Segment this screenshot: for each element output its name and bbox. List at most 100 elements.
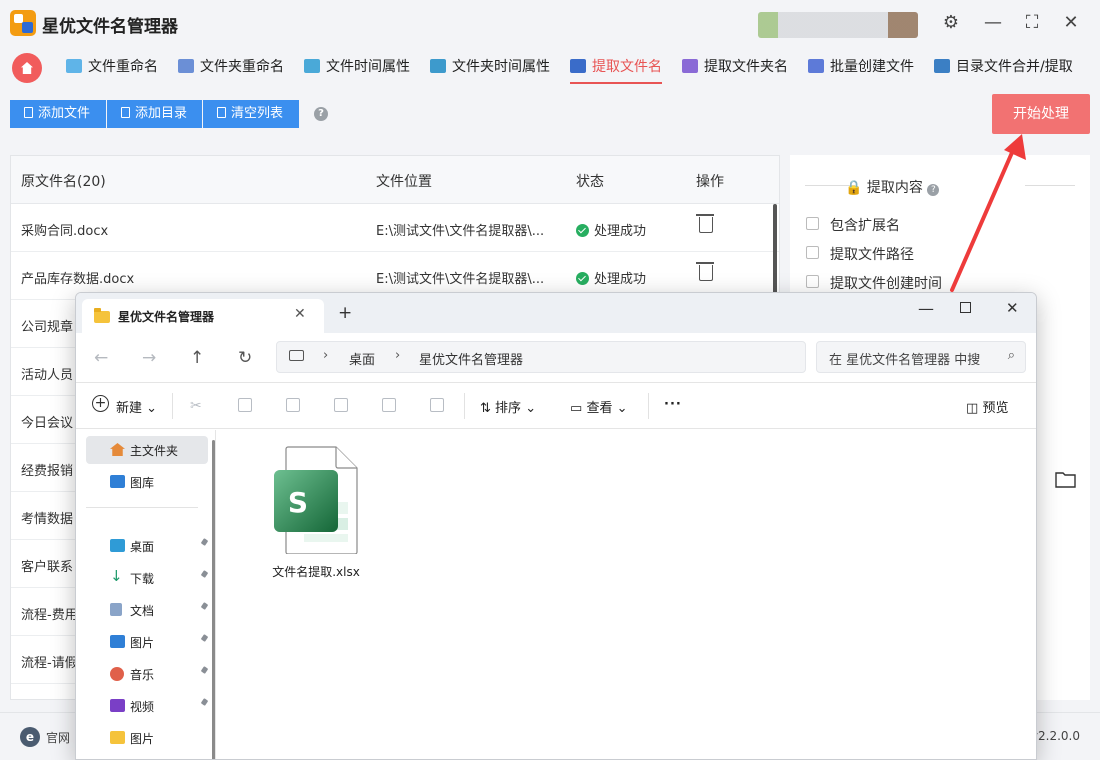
add-directory-button[interactable]: 添加目录 xyxy=(107,100,202,128)
website-icon[interactable]: e xyxy=(20,727,40,747)
panel-title: 🔒 提取内容 ? xyxy=(845,177,940,197)
success-icon xyxy=(576,224,589,237)
view-button[interactable]: ▭ 查看 ⌄ xyxy=(570,397,627,416)
pin-icon[interactable] xyxy=(201,571,208,581)
nav-item-gallery[interactable]: 图库 xyxy=(86,468,208,496)
divider xyxy=(648,393,649,419)
breadcrumb-folder[interactable]: 星优文件名管理器 xyxy=(419,349,523,368)
tab-file-time[interactable]: 文件时间属性 xyxy=(304,56,410,84)
row-location: E:\测试文件\文件名提取器\... xyxy=(376,224,545,239)
computer-icon xyxy=(289,350,304,361)
pin-icon[interactable] xyxy=(201,603,208,613)
pin-icon[interactable] xyxy=(201,539,208,549)
close-icon[interactable]: ✕ xyxy=(1006,299,1019,317)
explorer-tab[interactable]: 星优文件名管理器 ✕ xyxy=(82,299,324,333)
delete-row-icon[interactable] xyxy=(696,214,714,233)
sort-button[interactable]: ⇅ 排序 ⌄ xyxy=(480,397,536,416)
add-file-button[interactable]: 添加文件 xyxy=(10,100,106,128)
pin-icon[interactable] xyxy=(201,635,208,645)
desktop-icon xyxy=(110,539,125,552)
help-icon[interactable]: ? xyxy=(927,184,940,196)
clear-list-button[interactable]: 清空列表 xyxy=(203,100,299,128)
nav-pane-scrollbar[interactable] xyxy=(212,440,215,759)
up-icon[interactable]: ↑ xyxy=(190,348,204,368)
tab-batch-create[interactable]: 批量创建文件 xyxy=(808,56,914,84)
table-row[interactable]: 采购合同.docx E:\测试文件\文件名提取器\... 处理成功 xyxy=(11,204,779,252)
minimize-icon[interactable]: — xyxy=(918,299,934,318)
app-logo-icon xyxy=(10,10,36,36)
row-filename: 经费报销 xyxy=(21,464,74,479)
option-extract-created-time-checkbox[interactable] xyxy=(806,275,819,288)
nav-item-pictures-folder[interactable]: 图片 xyxy=(86,724,208,752)
back-icon[interactable]: ← xyxy=(94,348,108,368)
tab-extract-filename[interactable]: 提取文件名 xyxy=(570,56,662,84)
close-tab-icon[interactable]: ✕ xyxy=(294,306,306,322)
file-name-label[interactable]: 文件名提取.xlsx xyxy=(256,563,376,580)
cut-icon[interactable]: ✂ xyxy=(190,398,204,414)
user-avatar[interactable] xyxy=(758,12,918,38)
help-icon[interactable]: ? xyxy=(314,107,328,121)
search-placeholder: 在 星优文件名管理器 中搜 xyxy=(829,353,981,368)
pin-icon[interactable] xyxy=(201,699,208,709)
success-icon xyxy=(576,272,589,285)
nav-item-documents[interactable]: 文档 xyxy=(86,596,208,624)
tab-folder-time[interactable]: 文件夹时间属性 xyxy=(430,56,550,84)
option-include-extension-checkbox[interactable] xyxy=(806,217,819,230)
file-list-area: S 文件名提取.xlsx xyxy=(226,430,1036,759)
row-filename: 采购合同.docx xyxy=(21,224,109,239)
explorer-tabbar: 星优文件名管理器 ✕ + — ✕ xyxy=(76,293,1036,333)
paste-icon[interactable] xyxy=(286,398,300,412)
column-header-filename[interactable]: 原文件名(20) xyxy=(21,171,106,191)
chevron-right-icon: › xyxy=(395,348,401,363)
close-icon[interactable]: ✕ xyxy=(1060,12,1082,34)
minimize-icon[interactable]: — xyxy=(982,12,1004,34)
file-time-icon xyxy=(304,59,320,73)
delete-row-icon[interactable] xyxy=(696,262,714,281)
tab-extract-foldername[interactable]: 提取文件夹名 xyxy=(682,56,788,84)
option-extract-path-checkbox[interactable] xyxy=(806,246,819,259)
nav-item-home[interactable]: 主文件夹 xyxy=(86,436,208,464)
divider xyxy=(86,507,198,508)
excel-file-icon[interactable]: S xyxy=(274,446,358,555)
website-link[interactable]: 官网 xyxy=(46,729,70,746)
row-filename: 今日会议 xyxy=(21,416,74,431)
preview-pane-button[interactable]: ◫ 预览 xyxy=(966,397,1008,416)
settings-icon[interactable]: ⚙ xyxy=(940,12,962,34)
column-header-location[interactable]: 文件位置 xyxy=(376,171,432,191)
address-bar[interactable]: › 桌面 › 星优文件名管理器 xyxy=(276,341,806,373)
rename-folder-icon xyxy=(178,59,194,73)
row-filename: 流程-请假 xyxy=(21,656,78,671)
delete-icon[interactable] xyxy=(430,398,444,412)
pin-icon[interactable] xyxy=(201,667,208,677)
nav-item-music[interactable]: 音乐 xyxy=(86,660,208,688)
download-icon: ↓ xyxy=(110,567,123,585)
maximize-icon[interactable]: ⛶ xyxy=(1021,12,1043,34)
nav-item-desktop[interactable]: 桌面 xyxy=(86,532,208,560)
home-button[interactable] xyxy=(12,53,42,83)
forward-icon[interactable]: → xyxy=(142,348,156,368)
rename-icon[interactable] xyxy=(334,398,348,412)
more-options-button[interactable]: ··· xyxy=(664,397,682,412)
extract-foldername-icon xyxy=(682,59,698,73)
nav-item-videos[interactable]: 视频 xyxy=(86,692,208,720)
maximize-icon[interactable] xyxy=(960,302,971,313)
view-icon: ▭ xyxy=(570,401,583,416)
tab-file-rename[interactable]: 文件重命名 xyxy=(66,56,158,84)
tab-merge-extract[interactable]: 目录文件合并/提取 xyxy=(934,56,1073,84)
new-tab-button[interactable]: + xyxy=(338,303,352,323)
share-icon[interactable] xyxy=(382,398,396,412)
copy-icon[interactable] xyxy=(238,398,252,412)
start-process-button[interactable]: 开始处理 xyxy=(992,94,1090,134)
column-header-status[interactable]: 状态 xyxy=(576,171,604,191)
explorer-navbar: ← → ↑ ↻ › 桌面 › 星优文件名管理器 在 星优文件名管理器 中搜 ⌕ xyxy=(76,333,1036,383)
breadcrumb-desktop[interactable]: 桌面 xyxy=(349,349,375,368)
new-button[interactable]: 新建 ⌄ xyxy=(116,397,157,416)
folder-icon[interactable] xyxy=(1055,470,1077,488)
row-filename: 考情数据 xyxy=(21,512,74,527)
search-input[interactable]: 在 星优文件名管理器 中搜 ⌕ xyxy=(816,341,1026,373)
sort-icon: ⇅ xyxy=(480,401,491,416)
nav-item-downloads[interactable]: ↓ 下载 xyxy=(86,564,208,592)
nav-item-pictures[interactable]: 图片 xyxy=(86,628,208,656)
tab-folder-rename[interactable]: 文件夹重命名 xyxy=(178,56,284,84)
refresh-icon[interactable]: ↻ xyxy=(238,348,252,368)
